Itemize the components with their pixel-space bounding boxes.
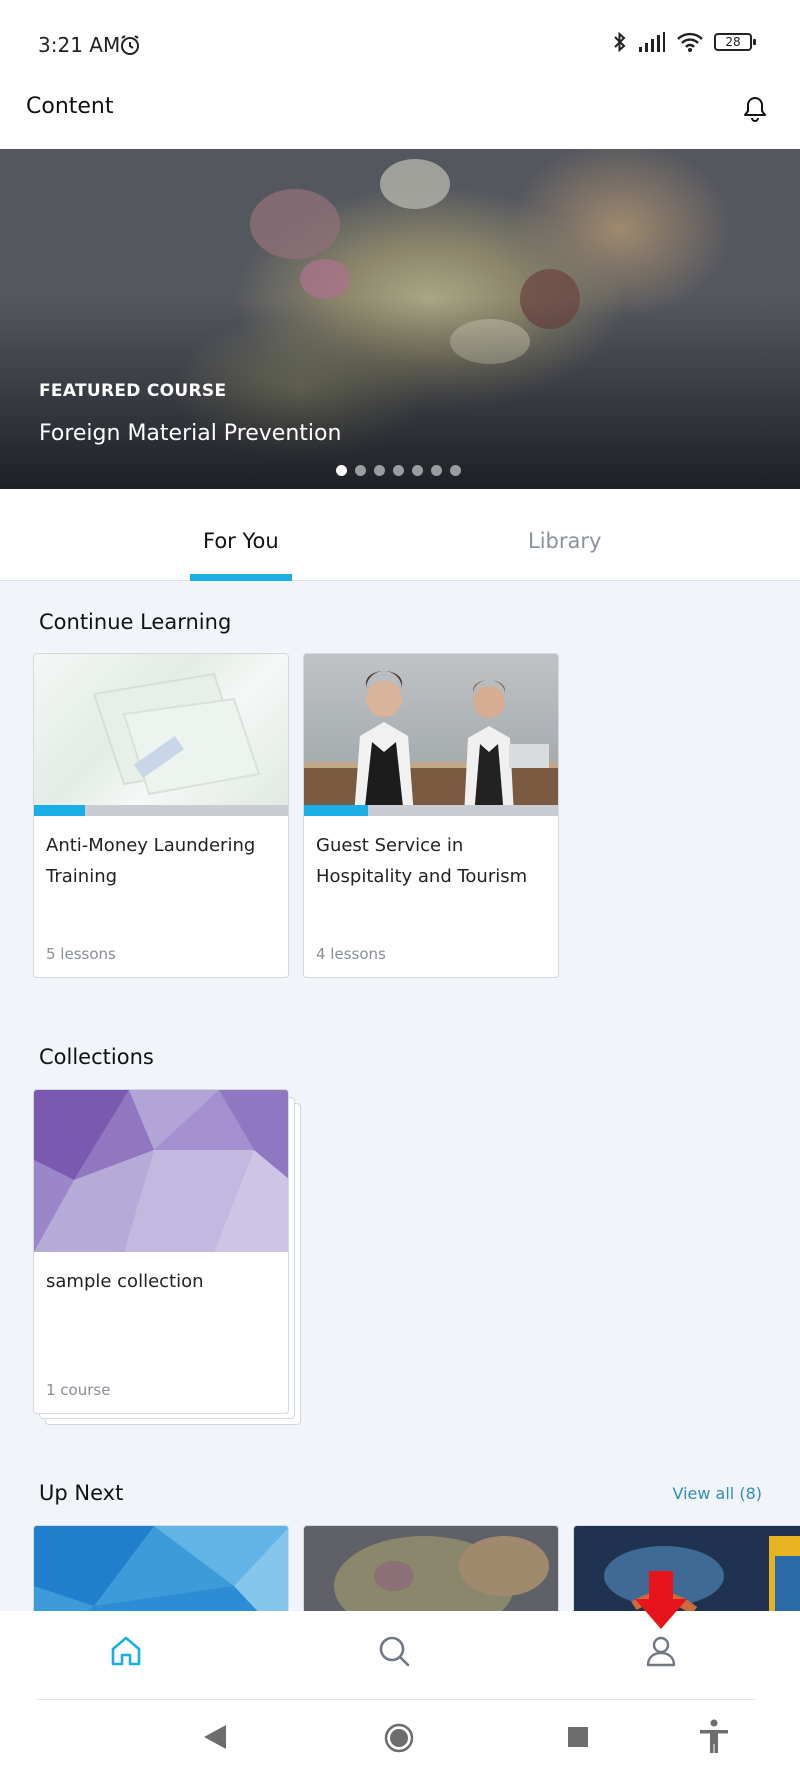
recents-icon[interactable] [567, 1726, 589, 1748]
hero-image-detail [380, 159, 450, 209]
lesson-count: 4 lessons [316, 945, 386, 963]
carousel-dot[interactable] [431, 465, 442, 476]
carousel-dot[interactable] [336, 465, 347, 476]
back-icon[interactable] [202, 1723, 228, 1751]
course-progress-bar [34, 805, 288, 816]
tab-library[interactable]: Library [528, 529, 601, 553]
carousel-dot[interactable] [393, 465, 404, 476]
alarm-icon [121, 35, 139, 55]
up-next-heading: Up Next [39, 1481, 124, 1505]
course-card[interactable]: Anti-Money Laundering Training 5 lessons [33, 653, 289, 978]
course-progress-bar [304, 805, 558, 816]
carousel-dot[interactable] [412, 465, 423, 476]
active-tab-indicator [190, 574, 292, 581]
course-title: Guest Service in Hospitality and Tourism [316, 835, 528, 887]
carousel-dot[interactable] [355, 465, 366, 476]
course-progress-fill [34, 805, 85, 816]
collections-heading: Collections [39, 1045, 154, 1069]
view-all-link[interactable]: View all (8) [673, 1484, 763, 1503]
featured-course-title: Foreign Material Prevention [39, 421, 342, 446]
red-arrow-icon [635, 1571, 687, 1629]
app-header: Content [0, 88, 800, 149]
featured-label: FEATURED COURSE [39, 381, 227, 401]
page-title: Content [26, 94, 114, 119]
course-thumbnail [34, 654, 288, 816]
polygon-pattern [34, 1090, 288, 1252]
course-title: Anti-Money Laundering Training [46, 835, 256, 887]
system-navigation-bar [0, 1701, 800, 1777]
home-icon[interactable] [108, 1633, 144, 1669]
course-thumbnail [304, 654, 558, 816]
search-icon[interactable] [376, 1633, 412, 1669]
course-card[interactable]: Guest Service in Hospitality and Tourism… [303, 653, 559, 978]
bluetooth-icon [614, 31, 626, 53]
hero-image-detail [250, 189, 340, 259]
accessibility-icon[interactable] [697, 1719, 731, 1755]
signal-icon [639, 32, 665, 52]
bell-icon[interactable] [740, 94, 770, 124]
carousel-dots [336, 465, 461, 476]
hero-image-detail [300, 259, 350, 299]
continue-learning-heading: Continue Learning [39, 610, 232, 634]
status-icons: 28 [612, 30, 756, 54]
collection-card[interactable]: sample collection 1 course [33, 1089, 289, 1414]
course-progress-fill [304, 805, 368, 816]
nav-divider [36, 1699, 756, 1700]
battery-icon: 28 [714, 33, 756, 51]
status-bar: 3:21 AM 28 [0, 0, 800, 88]
lesson-count: 5 lessons [46, 945, 116, 963]
profile-icon[interactable] [643, 1633, 679, 1669]
money-illustration [92, 672, 261, 796]
course-count: 1 course [46, 1381, 111, 1399]
featured-course-banner[interactable]: FEATURED COURSE Foreign Material Prevent… [0, 149, 800, 489]
tab-bar: For You Library [0, 489, 800, 581]
collection-title: sample collection [46, 1271, 204, 1292]
tab-for-you[interactable]: For You [203, 529, 279, 553]
carousel-dot[interactable] [374, 465, 385, 476]
carousel-dot[interactable] [450, 465, 461, 476]
collection-thumbnail [34, 1090, 288, 1252]
status-time: 3:21 AM [38, 33, 121, 57]
home-system-icon[interactable] [384, 1723, 414, 1753]
hospitality-staff-illustration [304, 671, 558, 816]
wifi-icon [677, 32, 703, 52]
